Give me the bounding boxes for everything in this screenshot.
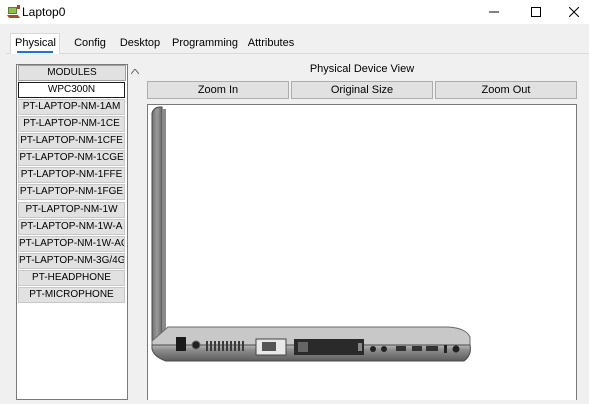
module-item[interactable]: WPC300N xyxy=(18,82,125,98)
window-title: Laptop0 xyxy=(22,5,66,19)
tab-desktop[interactable]: Desktop xyxy=(114,34,166,52)
module-item[interactable]: PT-LAPTOP-NM-1FFE xyxy=(18,167,125,183)
module-item[interactable]: PT-MICROPHONE xyxy=(18,287,125,303)
module-item[interactable]: PT-LAPTOP-NM-1W-A xyxy=(18,219,125,235)
physical-device-view xyxy=(147,104,577,400)
modules-header: MODULES xyxy=(18,65,126,81)
scroll-up-arrow-icon[interactable] xyxy=(128,64,142,78)
module-item[interactable]: PT-HEADPHONE xyxy=(18,270,125,286)
tab-config[interactable]: Config xyxy=(66,34,114,52)
module-item[interactable]: PT-LAPTOP-NM-3G/4G xyxy=(18,253,125,269)
module-item[interactable]: PT-LAPTOP-NM-1W-AC xyxy=(18,236,125,252)
laptop-app-icon xyxy=(6,4,22,20)
zoom-in-button[interactable]: Zoom In xyxy=(147,81,289,99)
module-item[interactable]: PT-LAPTOP-NM-1CFE xyxy=(18,133,125,149)
tab-attributes[interactable]: Attributes xyxy=(240,34,302,52)
original-size-button[interactable]: Original Size xyxy=(291,81,433,99)
minimize-button[interactable] xyxy=(475,0,513,24)
physical-view-title: Physical Device View xyxy=(309,63,415,75)
tab-physical[interactable]: Physical xyxy=(10,33,60,54)
close-button[interactable] xyxy=(555,0,589,24)
module-item[interactable]: PT-LAPTOP-NM-1FGE xyxy=(18,184,125,200)
maximize-button[interactable] xyxy=(517,0,555,24)
title-bar: Laptop0 xyxy=(0,0,589,24)
tab-programming[interactable]: Programming xyxy=(168,34,238,52)
modules-scrollbar[interactable] xyxy=(128,64,142,400)
laptop-side-image xyxy=(151,106,471,362)
module-item[interactable]: PT-LAPTOP-NM-1AM xyxy=(18,99,125,115)
zoom-out-button[interactable]: Zoom Out xyxy=(435,81,577,99)
module-item[interactable]: PT-LAPTOP-NM-1W xyxy=(18,202,125,218)
module-item[interactable]: PT-LAPTOP-NM-1CE xyxy=(18,116,125,132)
module-item[interactable]: PT-LAPTOP-NM-1CGE xyxy=(18,150,125,166)
